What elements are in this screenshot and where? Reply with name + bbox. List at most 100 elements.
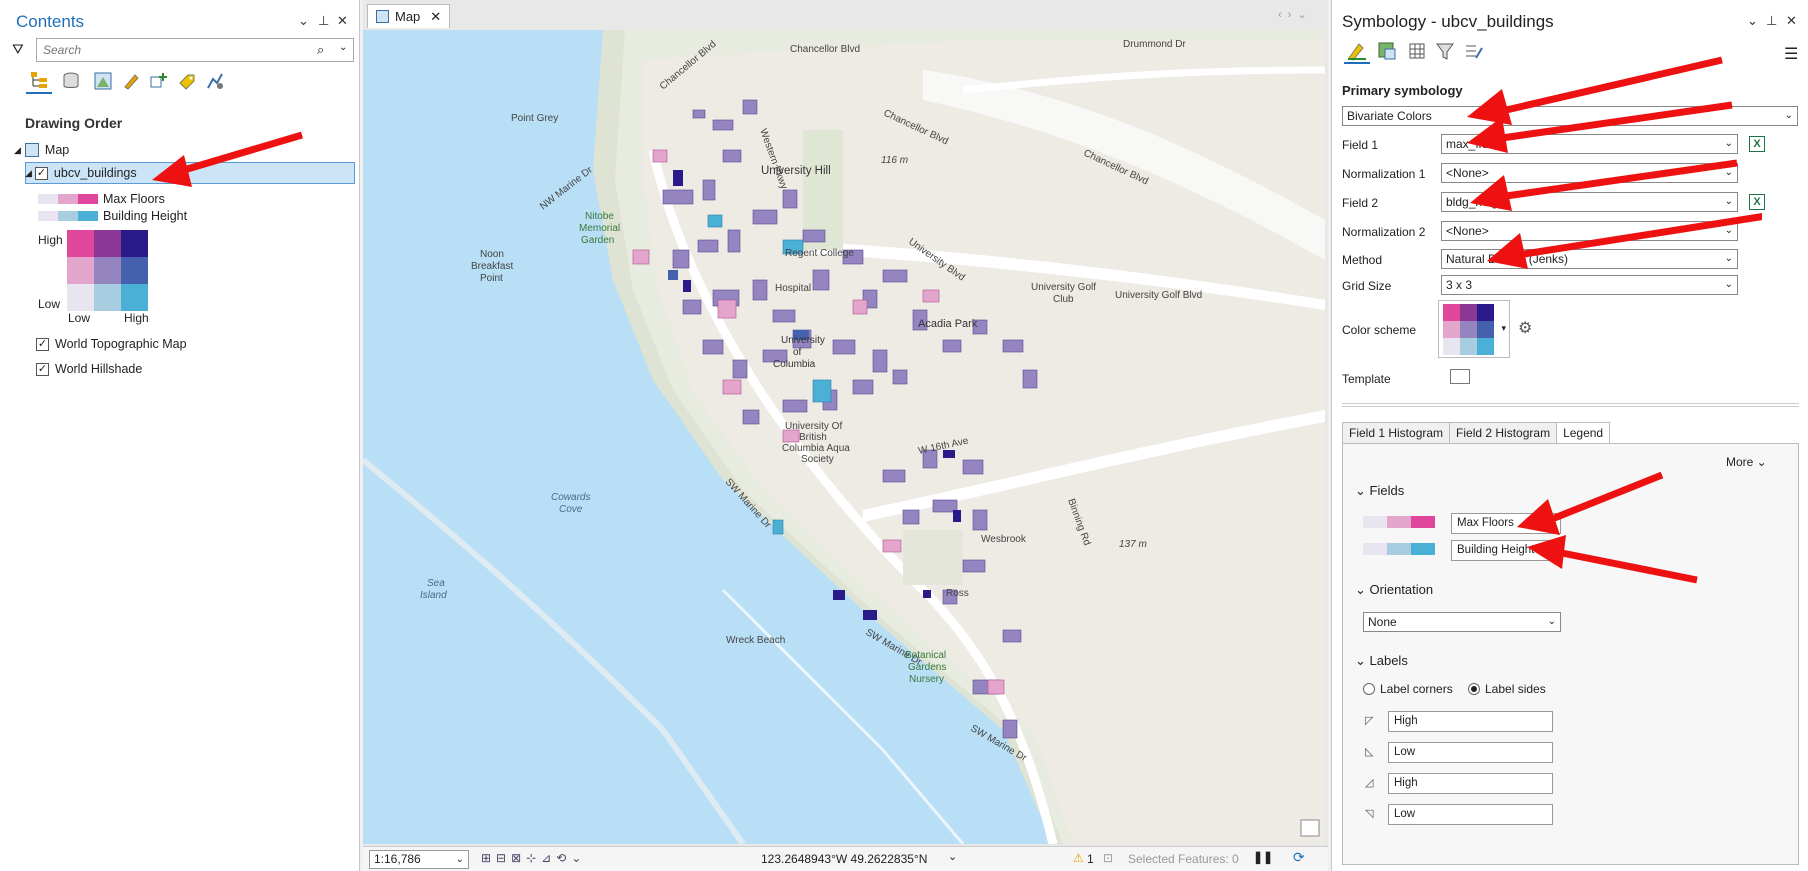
tab-scroll-icons[interactable]: ‹›⌄ <box>1278 8 1313 21</box>
gear-icon[interactable]: ⚙ <box>1518 318 1532 338</box>
tab-field1-histogram[interactable]: Field 1 Histogram <box>1342 422 1451 444</box>
search-box[interactable]: ⌕ ⌄ <box>36 38 354 62</box>
label-sides-radio[interactable]: Label sides <box>1468 682 1546 696</box>
template-symbol[interactable] <box>1450 369 1470 384</box>
coord-format-chevron-icon[interactable]: ⌄ <box>948 850 957 863</box>
method-select[interactable]: Natural Breaks (Jenks) ⌄ <box>1441 249 1738 269</box>
contents-title: Contents <box>16 12 85 31</box>
field1-label: Field 1 <box>1342 138 1379 152</box>
map-canvas[interactable]: Chancellor Blvd Chancellor Blvd Chancell… <box>363 30 1325 844</box>
grid-size-select[interactable]: 3 x 3 ⌄ <box>1441 275 1738 295</box>
grid-low-label: Low <box>38 297 61 311</box>
pin-icon[interactable]: ⊥ <box>318 13 335 29</box>
layer-visibility-checkbox[interactable]: ✓ <box>34 166 48 180</box>
place-label: Island <box>420 590 447 601</box>
labels-section-header[interactable]: ⌄ Labels <box>1355 653 1408 669</box>
advanced-symbology-icon[interactable] <box>1460 38 1486 64</box>
list-by-perspective-icon[interactable] <box>202 68 228 94</box>
place-label: Nitobe <box>585 211 614 222</box>
label-high-input[interactable]: High <box>1388 711 1553 732</box>
list-by-selection-icon[interactable] <box>90 68 116 94</box>
legend-label-max-floors: Max Floors <box>103 192 165 206</box>
pause-icon[interactable]: ❚❚ <box>1253 850 1273 864</box>
refresh-icon[interactable]: ⟳ <box>1293 849 1305 866</box>
vary-symbology-icon[interactable] <box>1374 38 1400 64</box>
map-view[interactable]: Chancellor Blvd Chancellor Blvd Chancell… <box>363 30 1325 844</box>
place-label: Society <box>801 454 834 465</box>
layer-visibility-checkbox[interactable]: ✓ <box>36 362 49 376</box>
layer-world-hillshade[interactable]: ✓ World Hillshade <box>36 359 142 379</box>
place-label: Nursery <box>909 674 944 685</box>
normalization1-select[interactable]: <None> ⌄ <box>1441 163 1738 183</box>
map-tree-item[interactable]: ◢ Map <box>14 140 69 160</box>
place-label: Cowards <box>551 492 590 503</box>
symbol-layer-drawing-icon[interactable] <box>1404 38 1430 64</box>
navigation-tools-icon[interactable]: ⊞⊟⊠⊹⊿⟲⌄ <box>481 851 586 865</box>
scale-selector[interactable]: 1:16,786 ⌄ <box>369 850 469 869</box>
chevron-down-icon[interactable]: ⌄ <box>339 42 347 53</box>
place-label: Regent College <box>785 248 854 259</box>
close-icon[interactable]: ✕ <box>430 9 441 25</box>
field1-select[interactable]: max_floors ⌄ <box>1441 134 1738 154</box>
filter-icon[interactable]: ⛛ <box>12 41 24 58</box>
pane-options-icon[interactable]: ⌄ <box>298 13 315 29</box>
field2-select[interactable]: bldg_height ⌄ <box>1441 192 1738 212</box>
normalization1-label: Normalization 1 <box>1342 167 1426 181</box>
grid-cell <box>67 230 94 257</box>
method-label: Method <box>1342 253 1383 267</box>
tab-legend[interactable]: Legend <box>1556 422 1611 444</box>
place-label: University Golf Blvd <box>1115 290 1202 301</box>
label-corners-radio[interactable]: Label corners <box>1363 682 1453 696</box>
place-label: University <box>781 335 825 346</box>
place-label: Chancellor Blvd <box>790 44 860 55</box>
layer-visibility-checkbox[interactable]: ✓ <box>36 337 49 351</box>
filter-icon[interactable] <box>1432 38 1458 64</box>
label-low-input[interactable]: Low <box>1388 742 1553 763</box>
menu-icon[interactable]: ☰ <box>1784 44 1798 64</box>
list-by-drawing-order-icon[interactable] <box>26 68 52 94</box>
primary-symbology-icon[interactable] <box>1344 38 1370 64</box>
layer-ubcv-buildings[interactable]: ◢ ✓ ubcv_buildings <box>25 163 137 183</box>
label-high-input[interactable]: High <box>1388 773 1553 794</box>
close-icon[interactable]: ✕ <box>337 13 354 29</box>
grid-cell <box>94 257 121 284</box>
coordinates-readout: 123.2648943°W 49.2622835°N <box>761 852 928 866</box>
list-by-source-icon[interactable] <box>58 68 84 94</box>
field2-alias-input[interactable]: Building Height <box>1451 540 1561 561</box>
color-scheme-picker[interactable]: ▾ <box>1438 300 1510 358</box>
splitter-handle[interactable] <box>1342 403 1799 407</box>
collapse-icon[interactable]: ◢ <box>25 168 32 179</box>
normalization2-select[interactable]: <None> ⌄ <box>1441 221 1738 241</box>
collapse-icon[interactable]: ◢ <box>14 145 21 156</box>
layer-world-topographic[interactable]: ✓ World Topographic Map <box>36 334 187 354</box>
more-button[interactable]: More ⌄ <box>1726 455 1767 469</box>
pane-options-icon[interactable]: ⌄ <box>1747 13 1764 29</box>
field1-alias-input[interactable]: Max Floors <box>1451 513 1561 534</box>
orientation-select[interactable]: None ⌄ <box>1363 612 1561 632</box>
list-by-labeling-icon[interactable] <box>174 68 200 94</box>
map-status-bar: 1:16,786 ⌄ ⊞⊟⊠⊹⊿⟲⌄ 123.2648943°W 49.26228… <box>363 846 1328 871</box>
expression-icon[interactable]: X <box>1749 194 1765 210</box>
expression-icon[interactable]: X <box>1749 136 1765 152</box>
place-label: Cove <box>559 504 583 515</box>
top-left-side-icon: ◸ <box>1365 715 1374 727</box>
primary-symbology-select[interactable]: Bivariate Colors ⌄ <box>1342 106 1798 126</box>
close-icon[interactable]: ✕ <box>1786 13 1803 29</box>
search-icon[interactable]: ⌕ <box>317 42 324 58</box>
tab-map[interactable]: Map ✕ <box>367 4 451 28</box>
place-label: Drummond Dr <box>1123 39 1186 50</box>
place-label: University Of <box>785 421 842 432</box>
list-by-snapping-icon[interactable] <box>146 68 172 94</box>
orientation-section-header[interactable]: ⌄ Orientation <box>1355 582 1433 598</box>
place-label: Hospital <box>775 283 811 294</box>
list-by-editing-icon[interactable] <box>118 68 144 94</box>
layer-name: ubcv_buildings <box>53 166 137 180</box>
fields-section-header[interactable]: ⌄ Fields <box>1355 483 1404 499</box>
pin-icon[interactable]: ⊥ <box>1766 13 1783 29</box>
search-input[interactable] <box>37 39 297 61</box>
warning-icon[interactable]: ⚠ <box>1073 851 1084 865</box>
label-low-input[interactable]: Low <box>1388 804 1553 825</box>
tab-field2-histogram[interactable]: Field 2 Histogram <box>1449 422 1558 444</box>
place-label: Wesbrook <box>981 534 1027 545</box>
map-icon <box>24 143 39 157</box>
